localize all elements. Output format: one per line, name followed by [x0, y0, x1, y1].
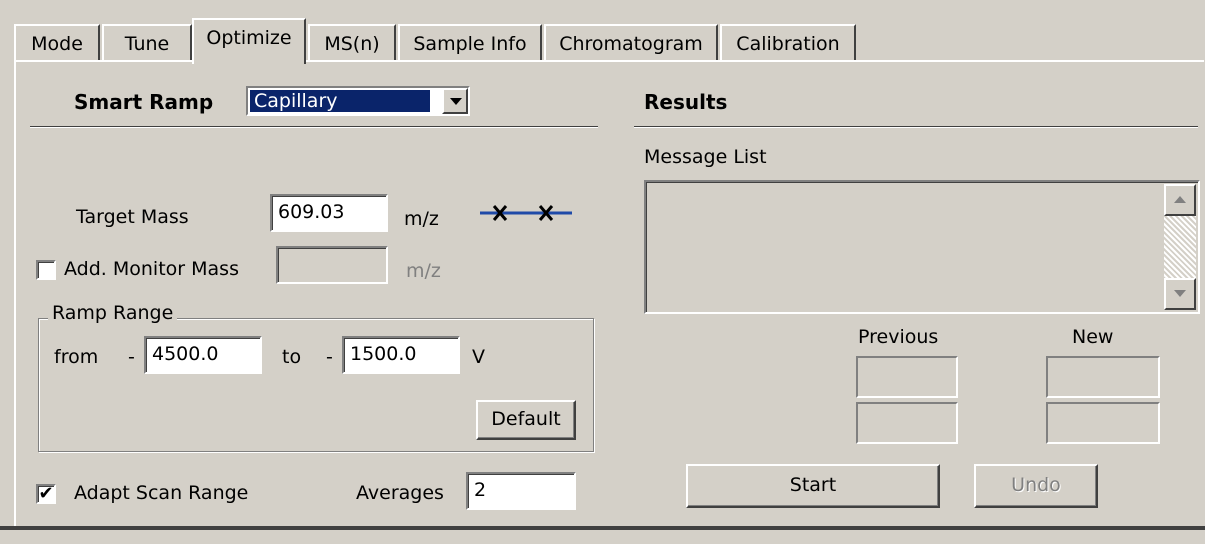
tab-panel-left-edge: [14, 60, 16, 530]
tab-chromatogram[interactable]: Chromatogram: [544, 24, 718, 62]
adapt-scan-range-checkbox[interactable]: ✔: [36, 484, 56, 504]
mass-marker-icon: [480, 205, 572, 221]
tab-calibration[interactable]: Calibration: [720, 24, 856, 62]
tab-mode[interactable]: Mode: [14, 24, 100, 62]
message-list[interactable]: [644, 180, 1200, 314]
ramp-from-label: from: [54, 346, 99, 368]
chevron-down-icon: [450, 98, 462, 105]
new-value-1: [1046, 356, 1160, 398]
ramp-from-input[interactable]: 4500.0: [144, 336, 262, 374]
ramp-to-label: to: [282, 346, 302, 368]
target-mass-label: Target Mass: [76, 206, 189, 228]
message-list-scrollbar[interactable]: [1164, 184, 1196, 310]
previous-value-2: [856, 402, 958, 444]
new-value-2: [1046, 402, 1160, 444]
message-list-label: Message List: [644, 146, 767, 168]
previous-value-1: [856, 356, 958, 398]
tab-msn[interactable]: MS(n): [308, 24, 396, 62]
monitor-mass-unit: m/z: [406, 260, 441, 282]
tab-tune[interactable]: Tune: [102, 24, 192, 62]
add-monitor-mass-label: Add. Monitor Mass: [64, 258, 239, 280]
smart-ramp-selected-value: Capillary: [249, 89, 431, 113]
ramp-to-sign: -: [326, 346, 333, 368]
tab-sample-info[interactable]: Sample Info: [398, 24, 542, 62]
smart-ramp-label: Smart Ramp: [74, 90, 214, 114]
scroll-down-button[interactable]: [1164, 278, 1196, 310]
previous-label: Previous: [858, 326, 939, 348]
target-mass-unit: m/z: [404, 208, 439, 230]
tab-optimize[interactable]: Optimize: [192, 18, 306, 64]
results-divider-highlight: [634, 127, 1198, 128]
scroll-up-button[interactable]: [1164, 184, 1196, 216]
start-button[interactable]: Start: [686, 464, 940, 508]
smart-ramp-dropdown[interactable]: Capillary: [246, 86, 470, 116]
undo-button[interactable]: Undo: [974, 464, 1098, 508]
ramp-range-title: Ramp Range: [48, 302, 178, 324]
adapt-scan-range-label: Adapt Scan Range: [74, 482, 249, 504]
monitor-mass-input[interactable]: [276, 246, 388, 284]
new-label: New: [1072, 326, 1114, 348]
scroll-down-icon: [1174, 290, 1186, 297]
add-monitor-mass-checkbox[interactable]: [36, 260, 56, 280]
target-mass-input[interactable]: 609.03: [270, 194, 388, 232]
left-section-divider-highlight: [30, 127, 598, 128]
averages-label: Averages: [356, 482, 444, 504]
ramp-unit: V: [472, 346, 485, 368]
panel-bottom-edge: [0, 526, 1205, 530]
dropdown-arrow-button[interactable]: [442, 88, 468, 114]
averages-input[interactable]: 2: [466, 472, 576, 510]
scroll-up-icon: [1174, 196, 1186, 203]
default-button[interactable]: Default: [476, 400, 576, 440]
ramp-to-input[interactable]: 1500.0: [342, 336, 460, 374]
results-title: Results: [644, 90, 728, 114]
ramp-from-sign: -: [128, 346, 135, 368]
